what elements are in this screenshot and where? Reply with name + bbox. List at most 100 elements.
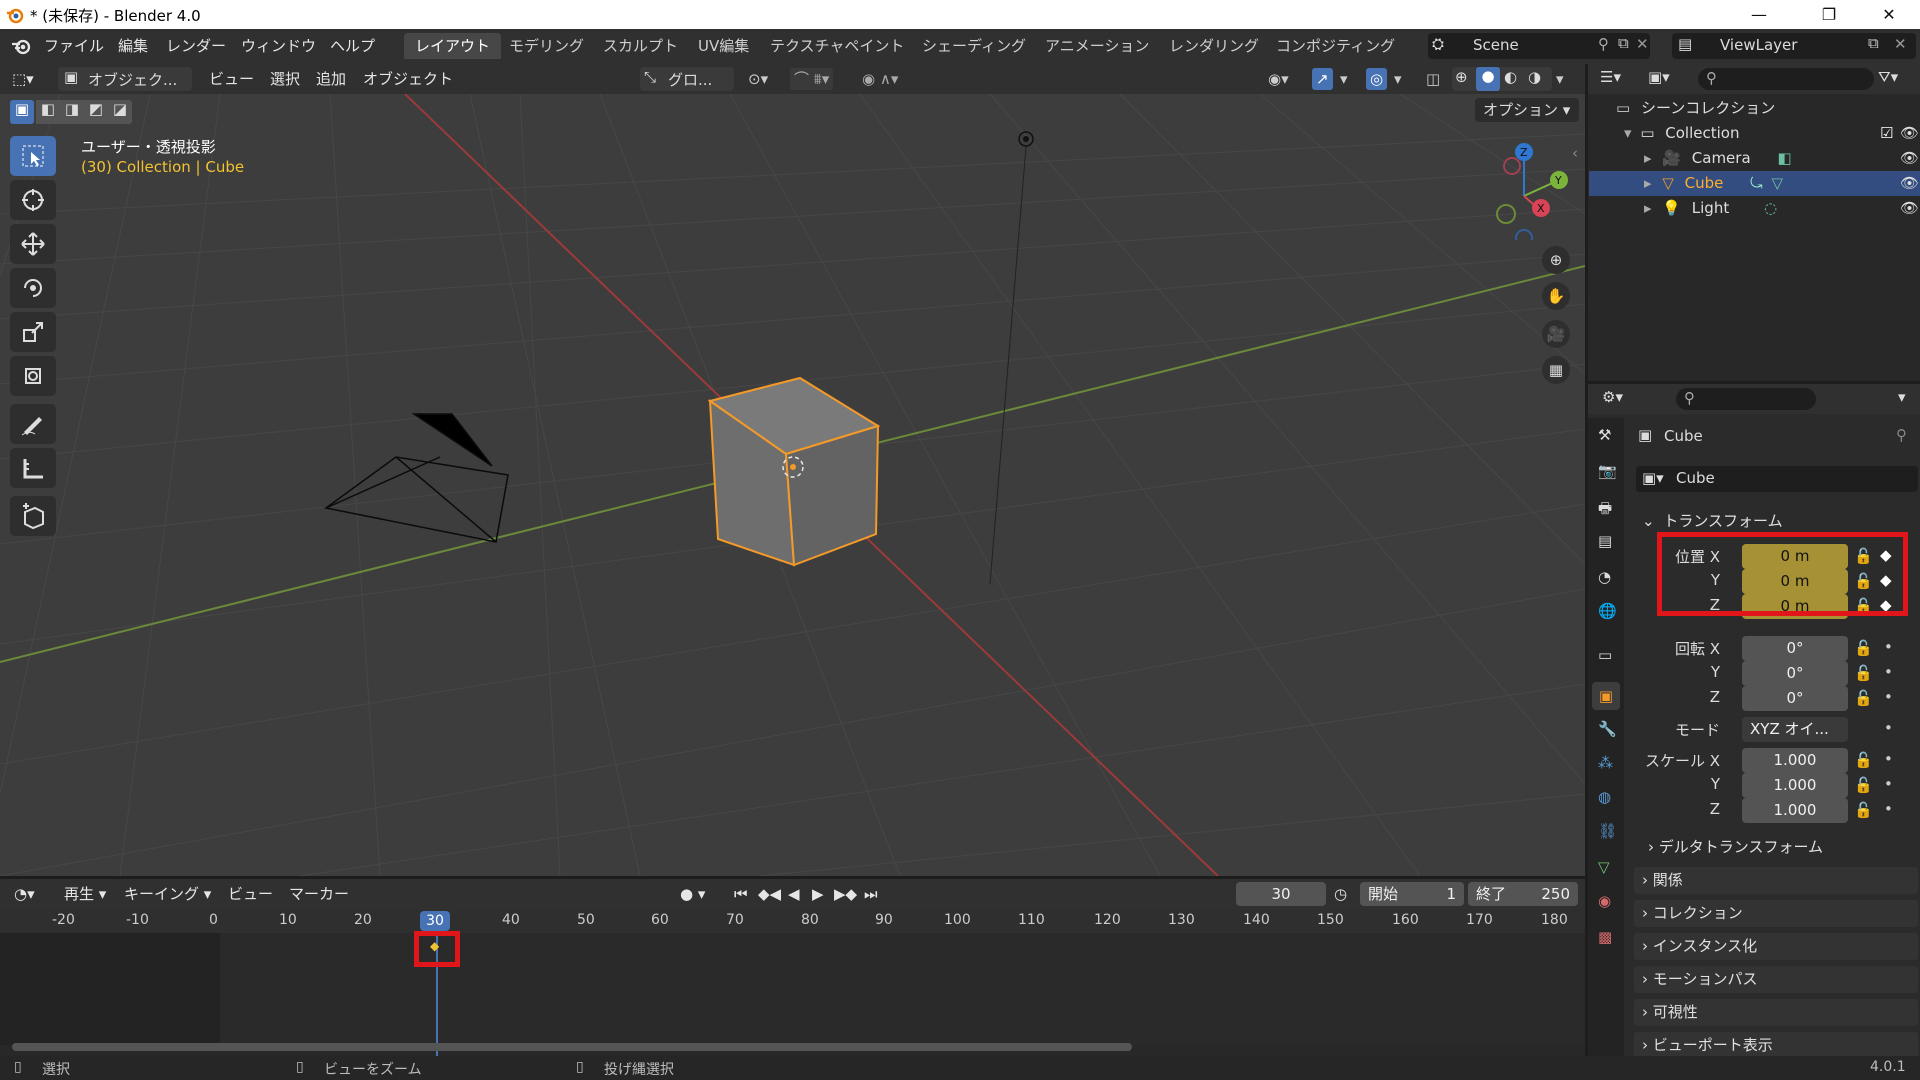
collection-row[interactable]: ▾ ▭ Collection ☑ 👁 ◉ [1624,121,1920,146]
select-extend-icon[interactable]: ◧ [36,100,60,124]
render-tab-icon[interactable]: 📷 [1598,462,1617,480]
props-options-icon[interactable]: ▾ [1898,388,1906,406]
close-button[interactable]: ✕ [1866,2,1912,28]
new-scene-icon[interactable]: ⧉ [1618,34,1629,52]
panel-delta-transform[interactable]: › デルタトランスフォーム [1648,834,1918,861]
particles-tab-icon[interactable]: ⁂ [1598,754,1613,772]
scale-z-field[interactable]: 1.000 [1742,798,1848,823]
xray-icon[interactable]: ◫ [1426,68,1440,90]
timeline-editor-icon[interactable]: ◔▾ [14,883,35,905]
next-keyframe-icon[interactable]: ▶◆ [834,883,857,905]
expand-cube-icon[interactable]: ▸ [1644,174,1652,192]
rotate-tool[interactable] [10,268,56,308]
visibility-icon[interactable]: ◉▾ [1268,68,1289,90]
rotation-y-field[interactable]: 0° [1742,661,1848,686]
timeline-menu-view[interactable]: ビュー [228,883,273,905]
panel-relations[interactable]: › 関係 [1634,867,1918,894]
data-tab-icon[interactable]: ▽ [1598,858,1610,876]
wireframe-shading-icon[interactable]: ⊕ [1455,68,1468,86]
pin-icon[interactable]: ⚲ [1598,35,1609,53]
filter-icon[interactable]: ⛛▾ [1878,68,1898,86]
collection-eye-icon[interactable]: 👁 [1900,121,1919,146]
camera-view-icon[interactable]: 🎥 [1542,320,1570,348]
lock-scale-y-icon[interactable]: 🔓 [1854,776,1873,794]
play-reverse-icon[interactable]: ◀ [788,883,800,905]
scale-x-field[interactable]: 1.000 [1742,748,1848,773]
lock-rotation-x-icon[interactable]: 🔓 [1854,639,1873,657]
navigation-gizmo[interactable]: Z Y X [1475,140,1575,240]
panel-collections[interactable]: › コレクション [1634,900,1918,927]
world-tab-icon[interactable]: 🌐 [1598,602,1617,620]
display-mode-icon[interactable]: ▣▾ [1648,68,1670,86]
camera-object[interactable] [324,413,509,543]
delete-scene-icon[interactable]: ✕ [1636,35,1649,53]
solid-shading-icon[interactable]: ● [1476,67,1500,91]
snap-icon[interactable]: ⌒ ⩩▾ [790,68,834,90]
measure-tool[interactable] [10,448,56,488]
timeline-body[interactable]: -20 -10 0 10 20 30 40 50 60 70 80 90 100… [0,909,1585,1056]
delete-viewlayer-icon[interactable]: ✕ [1894,35,1907,53]
keyframe-rotation-z-dot[interactable]: • [1884,688,1893,706]
physics-tab-icon[interactable]: ◍ [1598,788,1611,806]
add-cube-tool[interactable] [10,496,56,536]
material-tab-icon[interactable]: ◉ [1598,892,1611,910]
shading-dropdown-icon[interactable]: ▾ [1556,68,1564,90]
rendered-shading-icon[interactable]: ◑ [1528,68,1541,86]
light-object[interactable] [989,131,1034,585]
expand-light-icon[interactable]: ▸ [1644,199,1652,217]
options-dropdown[interactable]: オプション ▾ [1475,98,1579,122]
viewlayer-selector[interactable]: ▤ ViewLayer ⧉ ✕ [1672,33,1916,59]
prev-keyframe-icon[interactable]: ◆◀ [758,883,781,905]
cube-mesh-data-icon[interactable]: ▽ [1771,174,1783,192]
editor-type-icon[interactable]: ⬚▾ [12,68,34,90]
transform-panel-header[interactable]: ⌄ トランスフォーム [1634,508,1918,535]
cube-modifier-icon[interactable]: ⤿ [1750,174,1763,192]
timeline-menu-keying[interactable]: キーイング ▾ [124,883,211,905]
tab-sculpt[interactable]: スカルプト [592,33,689,59]
pivot-point-icon[interactable]: ⊙▾ [748,68,768,90]
camera-eye-icon[interactable]: 👁 [1900,146,1919,171]
outliner-search[interactable]: ⚲ [1698,68,1874,90]
timeline-scrollbar[interactable] [12,1043,1132,1051]
cube-object[interactable] [707,376,881,567]
object-tab-icon[interactable]: ▣ [1592,682,1620,710]
scene-selector[interactable]: ⛭ Scene ⚲ ⧉ ✕ [1428,33,1650,59]
record-icon[interactable]: ● ▾ [680,883,705,905]
keyframe-rotation-x-dot[interactable]: • [1884,638,1893,656]
menu-help[interactable]: ヘルプ [330,35,375,57]
sidebar-toggle-icon[interactable]: ‹ [1572,144,1578,162]
transform-tool[interactable] [10,356,56,396]
jump-end-icon[interactable]: ⏭ [864,883,878,905]
perspective-toggle-icon[interactable]: ▦ [1542,356,1570,384]
camera-data-icon[interactable]: ◧ [1777,149,1791,167]
panel-viewport-display[interactable]: › ビューポート表示 [1634,1032,1918,1059]
view-layer-tab-icon[interactable]: ▤ [1598,532,1612,550]
tab-compositing[interactable]: コンポジティング [1265,33,1406,59]
keyframe-scale-y-dot[interactable]: • [1884,775,1893,793]
tab-rendering[interactable]: レンダリング [1158,33,1270,59]
panel-motion-paths[interactable]: › モーションパス [1634,966,1918,993]
texture-tab-icon[interactable]: ▩ [1598,928,1612,946]
tab-layout[interactable]: レイアウト [404,33,502,59]
constraints-tab-icon[interactable]: ⛓ [1598,822,1617,840]
modifier-tab-icon[interactable]: 🔧 [1598,720,1617,738]
menu-file[interactable]: ファイル [44,35,104,57]
properties-search[interactable]: ⚲ [1676,388,1816,410]
frame-start-field[interactable]: 開始 1 [1360,882,1464,906]
proportional-edit-icon[interactable]: ◉ ∧▾ [862,68,898,90]
keyframe-scale-x-dot[interactable]: • [1884,750,1893,768]
light-data-icon[interactable]: ◌ [1764,199,1777,217]
lock-scale-x-icon[interactable]: 🔓 [1854,751,1873,769]
tab-modeling[interactable]: モデリング [498,33,595,59]
collection-checkbox[interactable]: ☑ [1880,121,1893,146]
blender-menu-icon[interactable] [10,36,32,56]
overlay-toggle-icon[interactable]: ◎ [1366,68,1388,90]
keyframe-rotation-y-dot[interactable]: • [1884,663,1893,681]
outliner-item-light[interactable]: ▸ 💡 Light ◌ 👁 ◉ [1644,196,1920,221]
keyframe-mode-dot[interactable]: • [1884,719,1893,737]
zoom-icon[interactable]: ⊕ [1542,246,1570,274]
cursor-tool[interactable] [10,180,56,220]
gizmo-toggle-icon[interactable]: ↗ [1312,68,1333,90]
play-icon[interactable]: ▶ [812,883,824,905]
output-tab-icon[interactable]: 🖶 [1598,498,1612,523]
